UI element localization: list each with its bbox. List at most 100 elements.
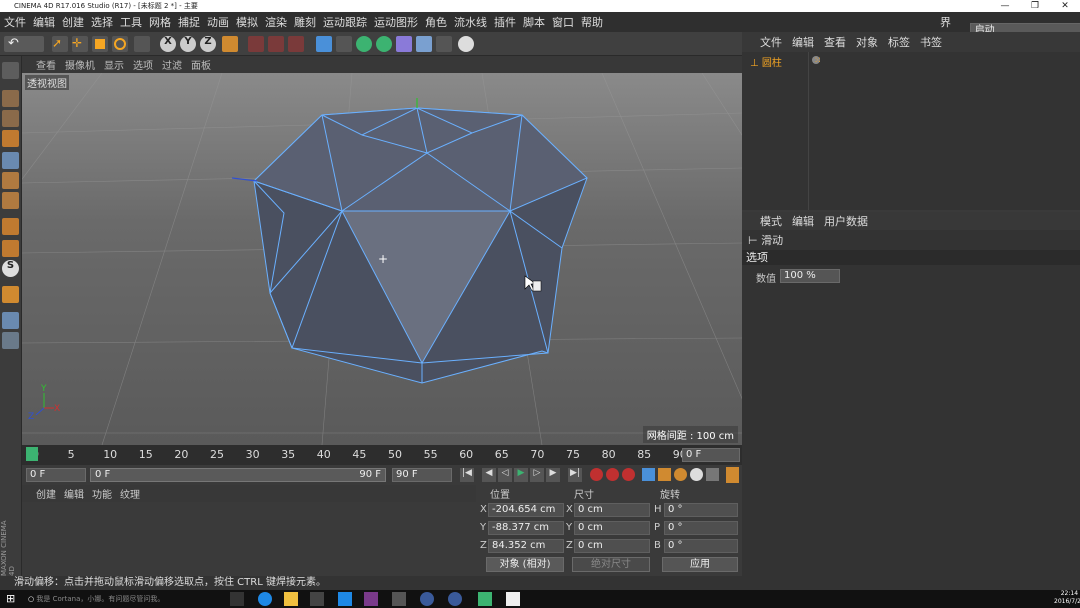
end-frame-field[interactable]: 90 F (392, 468, 452, 482)
make-editable-icon[interactable] (2, 62, 19, 79)
key-scale-icon[interactable] (658, 468, 671, 481)
object-menu-item[interactable]: 标签 (888, 34, 910, 50)
edges-mode-icon[interactable] (2, 172, 19, 189)
param-value-field[interactable]: 100 % (780, 269, 840, 283)
key-rotation-icon[interactable] (674, 468, 687, 481)
task-view-icon[interactable] (230, 592, 244, 606)
play-icon[interactable]: ▶ (514, 468, 528, 482)
z-axis-icon[interactable]: Z (200, 36, 216, 52)
tweak-mode-icon[interactable] (2, 240, 19, 257)
viewport-menu-item[interactable]: 查看 (36, 57, 56, 72)
menu-item[interactable]: 运动跟踪 (323, 14, 367, 30)
frame-range-slider[interactable]: 0 F 90 F (90, 468, 386, 482)
menu-item[interactable]: 创建 (62, 14, 84, 30)
close-icon[interactable]: ✕ (1050, 0, 1080, 12)
key-pla-icon[interactable] (706, 468, 719, 481)
coordinate-mode-dropdown[interactable]: 对象 (相对) (486, 557, 564, 572)
minimize-icon[interactable]: — (990, 0, 1020, 12)
y-axis-icon[interactable]: Y (180, 36, 196, 52)
position-field[interactable]: -88.377 cm (488, 521, 564, 535)
material-menu-item[interactable]: 功能 (92, 486, 112, 501)
material-menu-item[interactable]: 编辑 (64, 486, 84, 501)
key-param-icon[interactable] (690, 468, 703, 481)
next-frame-icon[interactable]: ▷ (530, 468, 544, 482)
timeline-ruler[interactable]: 051015202530354045505560657075808590 0 F (22, 445, 742, 465)
viewport-menu-item[interactable]: 面板 (191, 57, 211, 72)
rotation-field[interactable]: 0 ° (664, 521, 738, 535)
current-frame-field[interactable]: 0 F (682, 448, 740, 462)
menu-item[interactable]: 工具 (120, 14, 142, 30)
render-settings-icon[interactable] (288, 36, 304, 52)
viewport-menu-item[interactable]: 选项 (133, 57, 153, 72)
perspective-viewport[interactable]: + Y X Z 透视视图 网格间距 : 100 cm (22, 73, 742, 445)
cortana-search[interactable]: ○ 我是 Cortana，小娜。有问题尽管问我。 (28, 592, 208, 606)
grid-plane-icon[interactable] (2, 332, 19, 349)
menu-item[interactable]: 捕捉 (178, 14, 200, 30)
rotation-field[interactable]: 0 ° (664, 503, 738, 517)
render-view-icon[interactable] (248, 36, 264, 52)
attributes-menu-item[interactable]: 编辑 (792, 213, 814, 229)
material-menu-item[interactable]: 纹理 (120, 486, 140, 501)
menu-item[interactable]: 脚本 (523, 14, 545, 30)
menu-item[interactable]: 插件 (494, 14, 516, 30)
viewport-menu-item[interactable]: 显示 (104, 57, 124, 72)
workplane-lock-icon[interactable] (2, 312, 19, 329)
viewport-menu-item[interactable]: 摄像机 (65, 57, 95, 72)
object-menu-item[interactable]: 编辑 (792, 34, 814, 50)
start-frame-field[interactable]: 0 F (26, 468, 86, 482)
go-to-end-icon[interactable]: ▶| (568, 468, 582, 482)
select-arrow-icon[interactable]: ➚ (52, 36, 68, 52)
timeline-menu-icon[interactable] (726, 467, 739, 483)
pen-icon[interactable] (336, 36, 352, 52)
next-key-icon[interactable]: ▶ (546, 468, 560, 482)
menu-item[interactable]: 模拟 (236, 14, 258, 30)
viewport-menu-item[interactable]: 过滤 (162, 57, 182, 72)
object-menu-item[interactable]: 文件 (760, 34, 782, 50)
windows-start-icon[interactable]: ⊞ (6, 592, 20, 606)
menu-item[interactable]: 流水线 (454, 14, 487, 30)
menu-item[interactable]: 文件 (4, 14, 26, 30)
rotate-icon[interactable] (112, 36, 128, 52)
menu-item[interactable]: 角色 (425, 14, 447, 30)
subdivision-icon[interactable] (356, 36, 372, 52)
texture-mode-icon[interactable] (2, 110, 19, 127)
app-icon-4[interactable] (420, 592, 434, 606)
x-axis-icon[interactable]: X (160, 36, 176, 52)
size-field[interactable]: 0 cm (574, 539, 650, 553)
go-to-start-icon[interactable]: |◀ (460, 468, 474, 482)
phong-tag-icon[interactable]: ⁙ (814, 56, 822, 66)
position-field[interactable]: 84.352 cm (488, 539, 564, 553)
app-icon-7[interactable] (506, 592, 520, 606)
prev-frame-icon[interactable]: ◁ (498, 468, 512, 482)
deformer-icon[interactable] (396, 36, 412, 52)
workplane-icon[interactable] (2, 130, 19, 147)
rotation-field[interactable]: 0 ° (664, 539, 738, 553)
render-picture-icon[interactable] (268, 36, 284, 52)
attributes-menu-item[interactable]: 模式 (760, 213, 782, 229)
menu-item[interactable]: 网格 (149, 14, 171, 30)
app-icon-3[interactable] (392, 592, 406, 606)
store-icon[interactable] (310, 592, 324, 606)
app-icon-5[interactable] (448, 592, 462, 606)
cylinder-mesh[interactable] (253, 107, 588, 384)
object-menu-item[interactable]: 书签 (920, 34, 942, 50)
material-menu-item[interactable]: 创建 (36, 486, 56, 501)
size-field[interactable]: 0 cm (574, 503, 650, 517)
maximize-icon[interactable]: ❐ (1020, 0, 1050, 12)
app-icon-1[interactable] (338, 592, 352, 606)
playhead[interactable] (26, 447, 38, 461)
scale-icon[interactable] (92, 36, 108, 52)
snap-icon[interactable]: S (2, 260, 19, 277)
edge-icon[interactable] (258, 592, 272, 606)
size-field[interactable]: 0 cm (574, 521, 650, 535)
recent-tools-icon[interactable] (134, 36, 150, 52)
file-explorer-icon[interactable] (284, 592, 298, 606)
object-menu-item[interactable]: 对象 (856, 34, 878, 50)
model-mode-icon[interactable] (2, 90, 19, 107)
menu-item[interactable]: 选择 (91, 14, 113, 30)
menu-item[interactable]: 窗口 (552, 14, 574, 30)
attributes-menu-item[interactable]: 用户数据 (824, 213, 868, 229)
camera-icon[interactable] (436, 36, 452, 52)
clock[interactable]: 22:14 2016/7/25 (1054, 590, 1080, 606)
quantize-icon[interactable] (2, 286, 19, 303)
